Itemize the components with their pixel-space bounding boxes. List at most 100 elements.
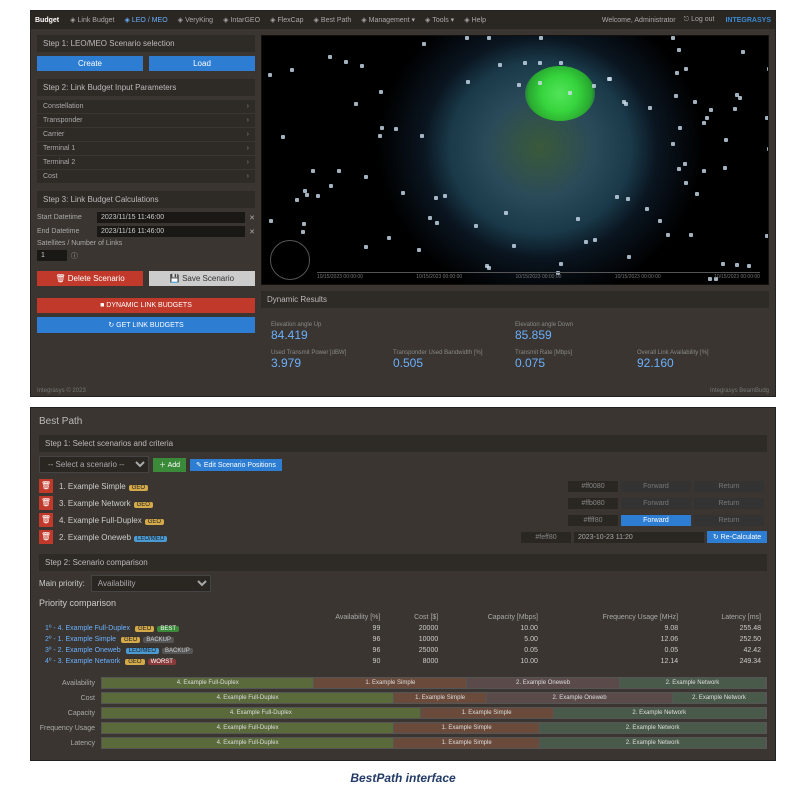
main-priority-label: Main priority:	[39, 579, 85, 588]
forward-button[interactable]: Forward	[621, 515, 691, 526]
return-button[interactable]: Return	[694, 498, 764, 509]
step3-header: Step 3: Link Budget Calculations	[37, 191, 255, 208]
bar-segment[interactable]: 4. Example Full-Duplex	[102, 693, 394, 703]
delete-icon[interactable]: 🗑	[39, 479, 53, 493]
nav-tools[interactable]: ◈Tools ▾	[425, 17, 454, 24]
globe-view[interactable]: 10/15/2023 00:00:0010/15/2023 00:00:0010…	[261, 35, 769, 285]
calc-date-input[interactable]: 2023-10-23 11:20	[574, 532, 704, 543]
nav-flexcap[interactable]: ◈FlexCap	[270, 17, 303, 24]
nav-link-budget[interactable]: ◈Link Budget	[70, 17, 114, 24]
brand: Budget	[35, 17, 59, 24]
bar-segment[interactable]: 4. Example Full-Duplex	[102, 738, 394, 748]
nav-help[interactable]: ◈Help	[464, 17, 486, 24]
metric-1: Elevation angle Down85.859	[515, 322, 759, 342]
scenario-row: 🗑4. Example Full-DuplexGEO#ffff80Forward…	[39, 513, 767, 527]
satellites-input[interactable]: 1	[37, 250, 67, 261]
delete-icon[interactable]: 🗑	[39, 496, 53, 510]
logout-link[interactable]: ⎋ Log out	[684, 16, 715, 24]
table-row: 4º - 3. Example Network GEOWORST90800010…	[39, 656, 767, 667]
start-datetime-input[interactable]: 2023/11/15 11:46:00	[97, 212, 245, 223]
nav-leo-meo[interactable]: ◈LEO / MEO	[124, 17, 167, 24]
step1-header: Step 1: LEO/MEO Scenario selection	[37, 35, 255, 52]
scenario-select[interactable]: -- Select a scenario --	[39, 456, 149, 473]
copyright: Integrasys © 2023	[37, 388, 86, 394]
scenario-row: 🗑2. Example OnewebLEO/MEO#feff802023-10-…	[39, 530, 767, 544]
leomeo-panel: Budget ◈Link Budget ◈LEO / MEO ◈VeryKing ◈I…	[30, 10, 776, 397]
product-logo: INTEGRASYS	[725, 17, 771, 24]
scenario-link[interactable]: 3º - 2. Example Oneweb	[45, 647, 121, 654]
bp-step1-header: Step 1: Select scenarios and criteria	[39, 435, 767, 452]
nav-management[interactable]: ◈Management ▾	[361, 17, 415, 24]
right-column: 10/15/2023 00:00:0010/15/2023 00:00:0010…	[261, 29, 775, 386]
left-column: Step 1: LEO/MEO Scenario selection Creat…	[31, 29, 261, 386]
bar-segment[interactable]: 2. Example Network	[554, 708, 766, 718]
accordion-terminal-2[interactable]: Terminal 2›	[37, 156, 255, 169]
nav-best-path[interactable]: ◈Best Path	[314, 17, 352, 24]
chevron-right-icon: ›	[247, 103, 249, 110]
bar-segment[interactable]: 2. Example Oneweb	[467, 678, 620, 688]
delete-scenario-button[interactable]: 🗑 Delete Scenario	[37, 271, 143, 286]
accordion-cost[interactable]: Cost›	[37, 170, 255, 183]
color-input[interactable]: #ff0080	[568, 481, 618, 492]
scenario-link[interactable]: 2º - 1. Example Simple	[45, 636, 116, 643]
priority-bar: Capacity4. Example Full-Duplex1. Example…	[39, 707, 767, 719]
color-input[interactable]: #ffb080	[568, 498, 618, 509]
get-link-budgets-button[interactable]: ↻ GET LINK BUDGETS	[37, 317, 255, 333]
accordion-constellation[interactable]: Constellation›	[37, 100, 255, 113]
accordion-transponder[interactable]: Transponder›	[37, 114, 255, 127]
accordion-terminal-1[interactable]: Terminal 1›	[37, 142, 255, 155]
scenario-link[interactable]: 4º - 3. Example Network	[45, 658, 120, 665]
bar-segment[interactable]: 2. Example Oneweb	[487, 693, 673, 703]
bar-segment[interactable]: 4. Example Full-Duplex	[102, 723, 394, 733]
bar-segment[interactable]: 2. Example Network	[620, 678, 766, 688]
recalculate-button[interactable]: ↻ Re-Calculate	[707, 531, 767, 543]
bar-segment[interactable]: 4. Example Full-Duplex	[102, 678, 314, 688]
bar-segment[interactable]: 1. Example Simple	[421, 708, 554, 718]
load-button[interactable]: Load	[149, 56, 255, 71]
table-row: 3º - 2. Example Oneweb LEO/MEOBACKUP9625…	[39, 645, 767, 656]
chevron-right-icon: ›	[247, 159, 249, 166]
figure-caption: BestPath interface	[0, 771, 806, 785]
scenario-link[interactable]: 1º - 4. Example Full-Duplex	[45, 625, 130, 632]
bar-segment[interactable]: 2. Example Network	[540, 723, 766, 733]
nav-intargeo[interactable]: ◈IntarGEO	[223, 17, 260, 24]
nav-veryking[interactable]: ◈VeryKing	[178, 17, 213, 24]
bar-segment[interactable]: 2. Example Network	[540, 738, 766, 748]
metric-3: Transponder Used Bandwidth [%]0.505	[393, 350, 515, 370]
bestpath-title: Best Path	[31, 408, 775, 435]
return-button[interactable]: Return	[694, 481, 764, 492]
color-input[interactable]: #feff80	[521, 532, 571, 543]
save-scenario-button[interactable]: 💾 Save Scenario	[149, 271, 255, 286]
bar-segment[interactable]: 4. Example Full-Duplex	[102, 708, 421, 718]
priority-bar: Availability4. Example Full-Duplex1. Exa…	[39, 677, 767, 689]
dynamic-link-budgets-button[interactable]: ■ DYNAMIC LINK BUDGETS	[37, 298, 255, 313]
metric-2: Used Transmit Power [dBW]3.979	[271, 350, 393, 370]
bar-segment[interactable]: 1. Example Simple	[394, 693, 487, 703]
globe-compass-icon[interactable]	[270, 240, 310, 280]
clear-icon[interactable]: ✕	[249, 214, 255, 222]
globe-timeline[interactable]: 10/15/2023 00:00:0010/15/2023 00:00:0010…	[317, 272, 760, 282]
delete-icon[interactable]: 🗑	[39, 530, 53, 544]
start-datetime-label: Start Datetime	[37, 214, 97, 221]
bar-segment[interactable]: 1. Example Simple	[394, 723, 540, 733]
accordion-carrier[interactable]: Carrier›	[37, 128, 255, 141]
bestpath-panel: Best Path Step 1: Select scenarios and c…	[30, 407, 776, 761]
step2-header: Step 2: Link Budget Input Parameters	[37, 79, 255, 96]
end-datetime-input[interactable]: 2023/11/16 11:46:00	[97, 226, 245, 237]
delete-icon[interactable]: 🗑	[39, 513, 53, 527]
clear-icon[interactable]: ✕	[249, 228, 255, 236]
info-icon[interactable]: ⓘ	[71, 251, 78, 261]
bar-segment[interactable]: 2. Example Network	[673, 693, 766, 703]
return-button[interactable]: Return	[694, 515, 764, 526]
priority-bar: Latency4. Example Full-Duplex1. Example …	[39, 737, 767, 749]
add-scenario-button[interactable]: ＋ Add	[153, 458, 186, 472]
forward-button[interactable]: Forward	[621, 481, 691, 492]
bar-segment[interactable]: 1. Example Simple	[394, 738, 540, 748]
create-button[interactable]: Create	[37, 56, 143, 71]
edit-positions-button[interactable]: ✎ Edit Scenario Positions	[190, 459, 282, 471]
main-priority-select[interactable]: Availability	[91, 575, 211, 592]
forward-button[interactable]: Forward	[621, 498, 691, 509]
chevron-right-icon: ›	[247, 131, 249, 138]
color-input[interactable]: #ffff80	[568, 515, 618, 526]
bar-segment[interactable]: 1. Example Simple	[314, 678, 467, 688]
